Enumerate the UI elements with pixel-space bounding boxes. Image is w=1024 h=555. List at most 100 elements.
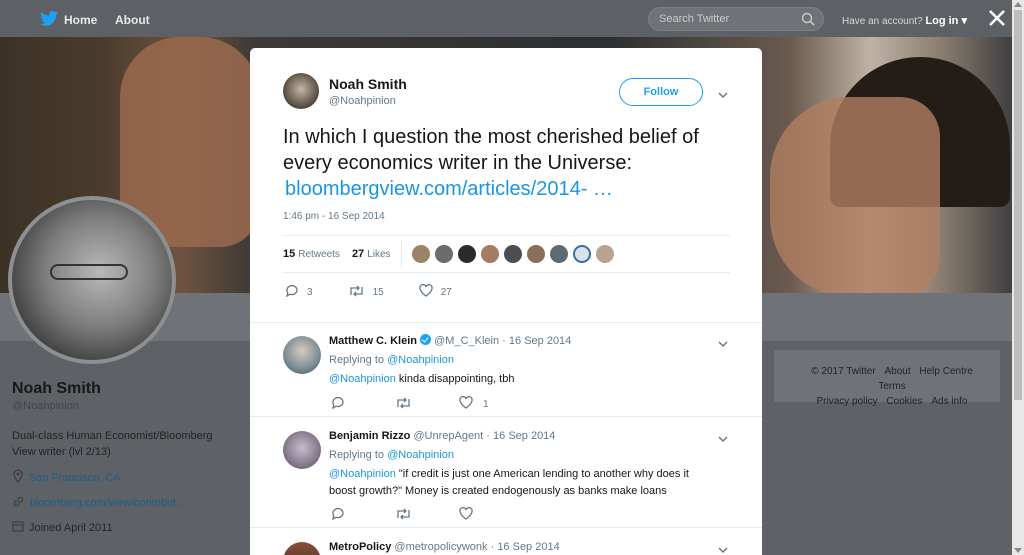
avatar-photo xyxy=(12,200,172,360)
profile-bio: Dual-class Human Economist/Bloomberg Vie… xyxy=(12,430,213,458)
reply-icon xyxy=(331,396,345,412)
heart-icon xyxy=(459,395,473,412)
reply-author-name[interactable]: Benjamin Rizzo xyxy=(329,430,410,442)
location-link[interactable]: San Francisco, CA xyxy=(29,472,121,484)
close-icon[interactable] xyxy=(986,7,1008,29)
nav-about-link[interactable]: About xyxy=(115,13,150,27)
reply-author-name[interactable]: MetroPolicy xyxy=(329,541,391,553)
liker-avatar[interactable] xyxy=(572,245,591,263)
reply-mention-link[interactable]: @Noahpinion xyxy=(329,373,396,385)
location-icon xyxy=(12,469,24,486)
reply-date[interactable]: 16 Sep 2014 xyxy=(493,430,555,442)
reply-avatar[interactable] xyxy=(283,542,321,555)
replying-to: Replying to @Noahpinion xyxy=(329,447,709,464)
chevron-down-icon[interactable] xyxy=(718,337,728,351)
liker-avatar[interactable] xyxy=(411,245,430,263)
liker-avatar[interactable] xyxy=(434,245,453,263)
reply-author-handle[interactable]: @M_C_Klein xyxy=(434,335,499,347)
tweet-body: In which I question the most cherished b… xyxy=(283,126,699,174)
footer-adsinfo-link[interactable]: Ads info xyxy=(931,396,967,407)
have-account-label: Have an account? xyxy=(842,16,923,27)
like-action[interactable]: 1 xyxy=(459,395,523,412)
reply-actions xyxy=(331,506,523,523)
tweet-actions: 3 15 27 xyxy=(285,283,487,300)
reply-author-name[interactable]: Matthew C. Klein xyxy=(329,335,417,347)
reply-date[interactable]: 16 Sep 2014 xyxy=(509,335,571,347)
reply-text: @Noahpinion kinda disappointing, tbh xyxy=(329,371,709,388)
liker-avatar[interactable] xyxy=(595,245,614,263)
calendar-icon xyxy=(12,520,24,535)
account-prompt: Have an account? Log in ▾ xyxy=(842,14,967,27)
likes-count: 27 xyxy=(351,248,365,260)
link-icon xyxy=(12,495,25,511)
scroll-up-icon[interactable] xyxy=(1014,2,1022,7)
chevron-down-icon[interactable] xyxy=(718,543,728,555)
like-count: 1 xyxy=(483,398,489,410)
replying-to-link[interactable]: @Noahpinion xyxy=(387,354,454,366)
replying-to: Replying to @Noahpinion xyxy=(329,352,709,369)
reply-item[interactable]: Benjamin Rizzo @UnrepAgent · 16 Sep 2014… xyxy=(250,418,762,528)
footer-cookies-link[interactable]: Cookies xyxy=(886,396,922,407)
reply-count: 3 xyxy=(307,286,313,298)
verified-icon xyxy=(420,334,432,345)
footer-terms-link[interactable]: Terms xyxy=(878,381,905,392)
liker-avatar[interactable] xyxy=(526,245,545,263)
reply-item[interactable]: Matthew C. Klein @M_C_Klein · 16 Sep 201… xyxy=(250,323,762,417)
reply-avatar[interactable] xyxy=(283,336,321,374)
tweet-link[interactable]: bloombergview.com/articles/2014- … xyxy=(285,178,613,200)
search-input[interactable]: Search Twitter xyxy=(648,7,824,31)
login-caret-icon[interactable]: ▾ xyxy=(958,15,967,27)
tweet-timestamp[interactable]: 1:46 pm - 16 Sep 2014 xyxy=(283,211,385,222)
liker-avatar[interactable] xyxy=(549,245,568,263)
reply-action[interactable] xyxy=(331,396,395,412)
chevron-down-icon[interactable] xyxy=(718,432,728,446)
profile-location: San Francisco, CA xyxy=(12,469,232,486)
website-link[interactable]: bloomberg.com/view/contribut... xyxy=(30,497,185,509)
reply-body: Benjamin Rizzo @UnrepAgent · 16 Sep 2014… xyxy=(329,428,709,500)
chevron-down-icon[interactable] xyxy=(718,88,728,102)
replying-to-link[interactable]: @Noahpinion xyxy=(387,449,454,461)
profile-name[interactable]: Noah Smith xyxy=(12,380,232,398)
like-count: 27 xyxy=(440,286,452,298)
like-action[interactable] xyxy=(459,506,523,523)
like-action[interactable]: 27 xyxy=(419,283,452,300)
author-handle[interactable]: @Noahpinion xyxy=(329,95,407,107)
retweet-icon xyxy=(395,508,412,523)
liker-avatar[interactable] xyxy=(457,245,476,263)
login-link[interactable]: Log in xyxy=(925,15,958,27)
search-icon[interactable] xyxy=(801,12,815,29)
reply-text: @Noahpinion "if credit is just one Ameri… xyxy=(329,466,709,500)
retweets-stat[interactable]: 15 Retweets xyxy=(283,248,340,260)
page-scrollbar[interactable] xyxy=(1012,0,1024,555)
likes-stat[interactable]: 27 Likes xyxy=(352,248,391,260)
reply-action[interactable]: 3 xyxy=(285,284,313,300)
liker-avatar[interactable] xyxy=(503,245,522,263)
footer-about-link[interactable]: About xyxy=(884,366,910,377)
author-name[interactable]: Noah Smith xyxy=(329,76,407,92)
avatar-glasses xyxy=(50,264,128,280)
retweet-action[interactable] xyxy=(395,397,459,412)
nav-home-link[interactable]: Home xyxy=(40,11,97,29)
replying-to-label: Replying to xyxy=(329,449,385,461)
footer-privacy-link[interactable]: Privacy policy xyxy=(817,396,878,407)
liker-avatar[interactable] xyxy=(480,245,499,263)
scroll-down-icon[interactable] xyxy=(1014,548,1022,553)
footer-help-link[interactable]: Help Centre xyxy=(919,366,972,377)
reply-item[interactable]: MetroPolicy @metropolicywonk · 16 Sep 20… xyxy=(250,529,762,555)
reply-date[interactable]: 16 Sep 2014 xyxy=(497,541,559,553)
retweet-action[interactable]: 15 xyxy=(348,285,384,300)
footer-copyright: © 2017 Twitter xyxy=(811,366,876,377)
reply-text-body: kinda disappointing, tbh xyxy=(395,373,515,385)
reply-action[interactable] xyxy=(331,507,395,523)
retweets-count: 15 xyxy=(283,248,296,260)
reply-author-handle[interactable]: @UnrepAgent xyxy=(413,430,483,442)
follow-button[interactable]: Follow xyxy=(619,78,703,106)
author-avatar[interactable] xyxy=(283,73,319,109)
reply-author-handle[interactable]: @metropolicywonk xyxy=(394,541,487,553)
profile-handle[interactable]: @Noahpinion xyxy=(12,400,232,412)
reply-mention-link[interactable]: @Noahpinion xyxy=(329,468,396,480)
scrollbar-thumb[interactable] xyxy=(1014,10,1022,400)
profile-avatar[interactable] xyxy=(8,196,176,364)
reply-avatar[interactable] xyxy=(283,431,321,469)
retweet-action[interactable] xyxy=(395,508,459,523)
